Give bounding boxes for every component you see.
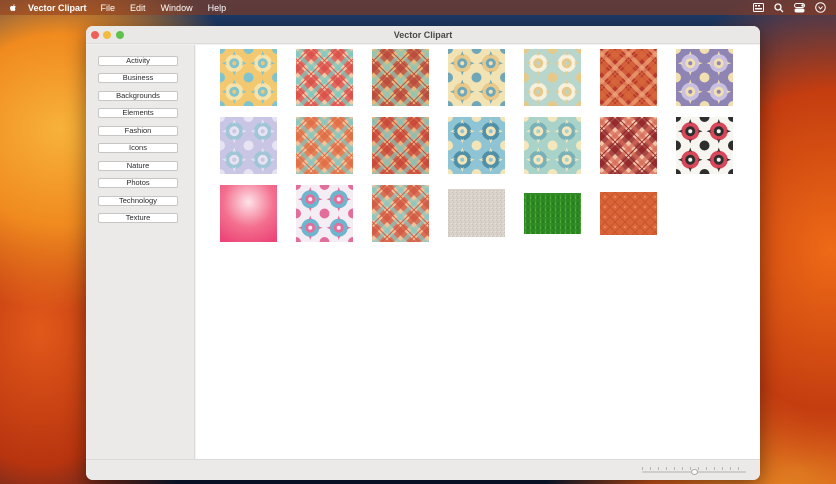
category-fashion-button[interactable]: Fashion bbox=[98, 126, 178, 136]
zoom-slider-knob[interactable] bbox=[690, 469, 698, 475]
category-nature-button[interactable]: Nature bbox=[98, 161, 178, 171]
clipart-image bbox=[372, 49, 429, 106]
clipart-image bbox=[676, 49, 733, 106]
category-sidebar: Activity Business Backgrounds Elements F… bbox=[86, 45, 195, 459]
clipart-image bbox=[676, 117, 733, 174]
zoom-button[interactable] bbox=[116, 31, 124, 39]
menu-window[interactable]: Window bbox=[161, 3, 193, 13]
clipart-thumb-mandala-colorful[interactable] bbox=[296, 185, 353, 242]
clipart-image bbox=[600, 192, 657, 235]
clipart-image bbox=[524, 193, 581, 234]
clipart-thumb-plaid-red-teal[interactable] bbox=[296, 49, 353, 106]
clipart-thumb-mandala-white-black-red[interactable] bbox=[676, 117, 733, 174]
clipart-thumb-plaid-red-teal-2[interactable] bbox=[372, 117, 429, 174]
category-backgrounds-button[interactable]: Backgrounds bbox=[98, 91, 178, 101]
status-bar bbox=[86, 459, 760, 480]
clipart-thumb-mandala-teal-cream[interactable] bbox=[524, 49, 581, 106]
clipart-image bbox=[220, 49, 277, 106]
clipart-image bbox=[524, 49, 581, 106]
clipart-image bbox=[296, 185, 353, 242]
category-photos-button[interactable]: Photos bbox=[98, 178, 178, 188]
clipart-thumb-plaid-orange-red[interactable] bbox=[600, 49, 657, 106]
app-window: Vector Clipart Activity Business Backgro… bbox=[86, 26, 760, 480]
app-menu[interactable]: Vector Clipart bbox=[28, 3, 87, 13]
clipart-thumb-mandala-blue-cream[interactable] bbox=[448, 117, 505, 174]
clipart-thumb-plaid-dark-red[interactable] bbox=[600, 117, 657, 174]
category-business-button[interactable]: Business bbox=[98, 73, 178, 83]
clipart-image bbox=[372, 185, 429, 242]
menu-file[interactable]: File bbox=[101, 3, 116, 13]
clipart-thumb-plaid-red-olive[interactable] bbox=[372, 49, 429, 106]
control-center-icon[interactable] bbox=[794, 2, 805, 13]
clipart-image bbox=[372, 117, 429, 174]
clipart-thumb-texture-orange-hex[interactable] bbox=[600, 192, 657, 235]
clipart-image bbox=[600, 117, 657, 174]
clipart-thumb-gradient-pink[interactable] bbox=[220, 185, 277, 242]
clipart-image bbox=[296, 49, 353, 106]
clipart-thumb-mandala-cream-teal[interactable] bbox=[448, 49, 505, 106]
clipart-thumb-mandala-purple-cream[interactable] bbox=[676, 49, 733, 106]
clipart-image bbox=[448, 117, 505, 174]
close-button[interactable] bbox=[91, 31, 99, 39]
title-bar[interactable]: Vector Clipart bbox=[86, 26, 760, 44]
clipart-thumb-plaid-orange-teal[interactable] bbox=[296, 117, 353, 174]
menu-bar: Vector Clipart File Edit Window Help bbox=[0, 0, 836, 15]
category-icons-button[interactable]: Icons bbox=[98, 143, 178, 153]
minimize-button[interactable] bbox=[103, 31, 111, 39]
clipart-thumb-plaid-red-teal-3[interactable] bbox=[372, 185, 429, 242]
keyboard-icon[interactable] bbox=[753, 3, 764, 12]
clipart-image bbox=[600, 49, 657, 106]
clipart-image bbox=[220, 185, 277, 242]
category-technology-button[interactable]: Technology bbox=[98, 196, 178, 206]
clipart-image bbox=[220, 117, 277, 174]
search-icon[interactable] bbox=[774, 2, 784, 13]
menu-edit[interactable]: Edit bbox=[130, 3, 146, 13]
category-texture-button[interactable]: Texture bbox=[98, 213, 178, 223]
clipart-image bbox=[448, 189, 505, 237]
apple-icon[interactable] bbox=[8, 3, 18, 13]
clipart-thumb-mandala-mint-cream[interactable] bbox=[524, 117, 581, 174]
clipart-gallery bbox=[196, 45, 760, 459]
clipart-thumb-mandala-lavender[interactable] bbox=[220, 117, 277, 174]
category-elements-button[interactable]: Elements bbox=[98, 108, 178, 118]
clipart-thumb-texture-grass[interactable] bbox=[524, 193, 581, 234]
clipart-thumb-mandala-yellow-blue[interactable] bbox=[220, 49, 277, 106]
zoom-slider[interactable] bbox=[642, 467, 746, 475]
clipart-image bbox=[524, 117, 581, 174]
clipart-image bbox=[296, 117, 353, 174]
window-title: Vector Clipart bbox=[393, 30, 453, 40]
siri-icon[interactable] bbox=[815, 2, 826, 13]
clipart-thumb-texture-grey[interactable] bbox=[448, 189, 505, 237]
category-activity-button[interactable]: Activity bbox=[98, 56, 178, 66]
clipart-image bbox=[448, 49, 505, 106]
menu-help[interactable]: Help bbox=[208, 3, 227, 13]
